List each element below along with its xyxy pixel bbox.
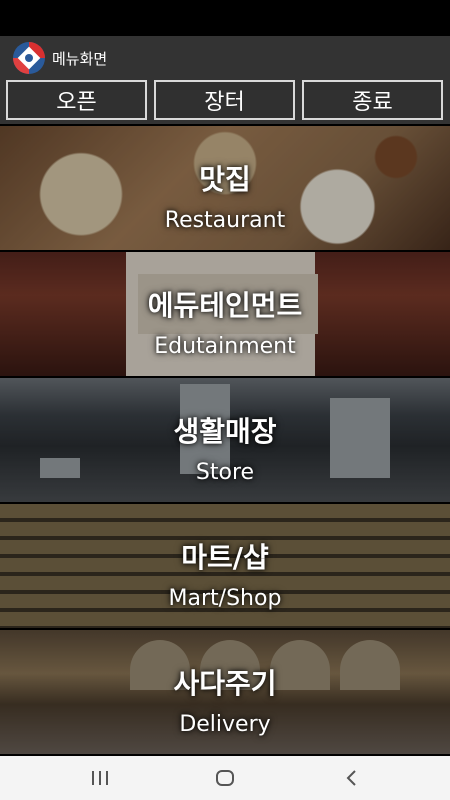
menu-item-subtitle: Mart/Shop (168, 586, 282, 611)
toolbar: 오픈 장터 종료 (0, 80, 450, 124)
menu-item-subtitle: Restaurant (164, 208, 286, 233)
menu-item-subtitle: Store (195, 460, 255, 485)
recent-apps-icon[interactable] (70, 756, 130, 800)
menu-item-title: 에듀테인먼트 (147, 289, 303, 322)
app-title: 메뉴화면 (52, 49, 108, 68)
home-icon[interactable] (195, 756, 255, 800)
app-bar: 메뉴화면 (0, 36, 450, 80)
app-logo-icon (12, 41, 46, 75)
menu-item-title: 사다주기 (173, 667, 277, 700)
menu-item-delivery[interactable]: 사다주기 Delivery (0, 630, 450, 754)
market-button[interactable]: 장터 (154, 80, 295, 120)
open-button[interactable]: 오픈 (6, 80, 147, 120)
menu-item-title: 생활매장 (173, 415, 277, 448)
menu-item-mart-shop[interactable]: 마트/샵 Mart/Shop (0, 504, 450, 628)
status-bar (0, 0, 450, 36)
menu-item-subtitle: Edutainment (154, 334, 296, 359)
back-icon[interactable] (322, 756, 382, 800)
menu-item-store[interactable]: 생활매장 Store (0, 378, 450, 502)
exit-button[interactable]: 종료 (302, 80, 443, 120)
menu-item-edutainment[interactable]: 에듀테인먼트 Edutainment (0, 252, 450, 376)
menu-item-title: 맛집 (199, 163, 251, 196)
menu-item-restaurant[interactable]: 맛집 Restaurant (0, 126, 450, 250)
menu-list: 맛집 Restaurant 에듀테인먼트 Edutainment 생활매장 St… (0, 124, 450, 756)
menu-item-title: 마트/샵 (181, 541, 269, 574)
menu-item-subtitle: Delivery (179, 712, 271, 737)
system-navigation-bar (0, 756, 450, 800)
